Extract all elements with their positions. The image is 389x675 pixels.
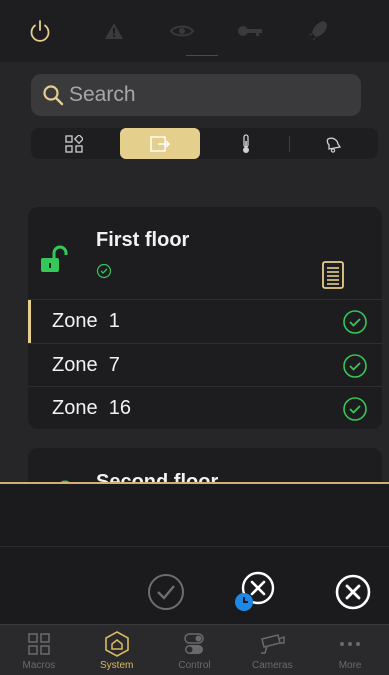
filter-alarm[interactable]	[290, 128, 376, 159]
rocket-button[interactable]	[284, 0, 352, 62]
group-card-first-floor: First floor Zone 1 Zone 7 Zone 16	[28, 207, 382, 429]
thermometer-icon	[243, 133, 249, 153]
more-icon	[340, 642, 361, 646]
search-field[interactable]: Search	[31, 74, 361, 116]
filter-temperature[interactable]	[203, 128, 289, 159]
warning-button[interactable]	[80, 0, 148, 62]
zone-ok-check-icon	[343, 354, 367, 378]
tab-label: Control	[178, 660, 211, 671]
home-shield-icon	[104, 631, 129, 657]
bell-icon	[326, 137, 342, 153]
rocket-icon	[309, 21, 327, 41]
action-sheet	[0, 484, 389, 624]
search-icon	[43, 85, 64, 106]
tab-system[interactable]: System	[78, 625, 156, 675]
warning-icon	[105, 23, 123, 39]
group-header[interactable]: First floor	[28, 207, 382, 299]
tab-cameras[interactable]: Cameras	[233, 625, 311, 675]
camera-icon	[261, 634, 285, 654]
key-button[interactable]	[216, 0, 284, 62]
unlocked-padlock-icon	[41, 245, 68, 272]
zone-row[interactable]: Zone 16	[28, 386, 382, 429]
zone-row[interactable]: Zone 1	[28, 299, 382, 343]
eye-icon	[170, 25, 194, 37]
zone-label: Zone 1	[52, 310, 120, 332]
grid-icon	[28, 633, 50, 655]
tab-label: Cameras	[252, 660, 293, 671]
content-panel: Search First floor Zone 1 Zone 7 Zone 16…	[0, 62, 389, 488]
tab-control[interactable]: Control	[156, 625, 234, 675]
status-check-icon	[96, 263, 112, 279]
zone-ok-check-icon	[343, 310, 367, 334]
power-button[interactable]	[0, 0, 80, 62]
top-status-bar	[0, 0, 389, 63]
arm-check-button[interactable]	[146, 572, 186, 612]
filter-doors[interactable]	[120, 128, 200, 159]
key-icon	[238, 26, 262, 36]
tab-label: More	[338, 660, 362, 671]
door-icon	[150, 135, 170, 152]
event-log-icon[interactable]	[321, 260, 345, 290]
cancel-button[interactable]	[333, 572, 373, 612]
group-title: First floor	[96, 229, 190, 251]
zone-row[interactable]: Zone 7	[28, 343, 382, 387]
zone-label: Zone 7	[52, 354, 120, 376]
tab-more[interactable]: More	[311, 625, 389, 675]
tab-bar: Macros System Control Cameras More	[0, 624, 389, 675]
sheet-separator	[0, 546, 389, 547]
toggle-icon	[184, 633, 205, 654]
delayed-cancel-button[interactable]	[234, 568, 280, 614]
selected-indicator	[28, 300, 31, 343]
filter-all[interactable]	[31, 128, 117, 159]
tab-macros[interactable]: Macros	[0, 625, 78, 675]
power-icon	[30, 20, 50, 42]
grid-icon	[65, 134, 83, 153]
search-placeholder: Search	[69, 83, 136, 106]
eye-button[interactable]	[148, 0, 216, 62]
filter-segmented-control	[31, 128, 378, 159]
zone-ok-check-icon	[343, 397, 367, 421]
tab-label: Macros	[22, 660, 56, 671]
tab-label: System	[100, 660, 134, 671]
app-screen: Search First floor Zone 1 Zone 7 Zone 16…	[0, 0, 389, 675]
zone-label: Zone 16	[52, 397, 131, 419]
